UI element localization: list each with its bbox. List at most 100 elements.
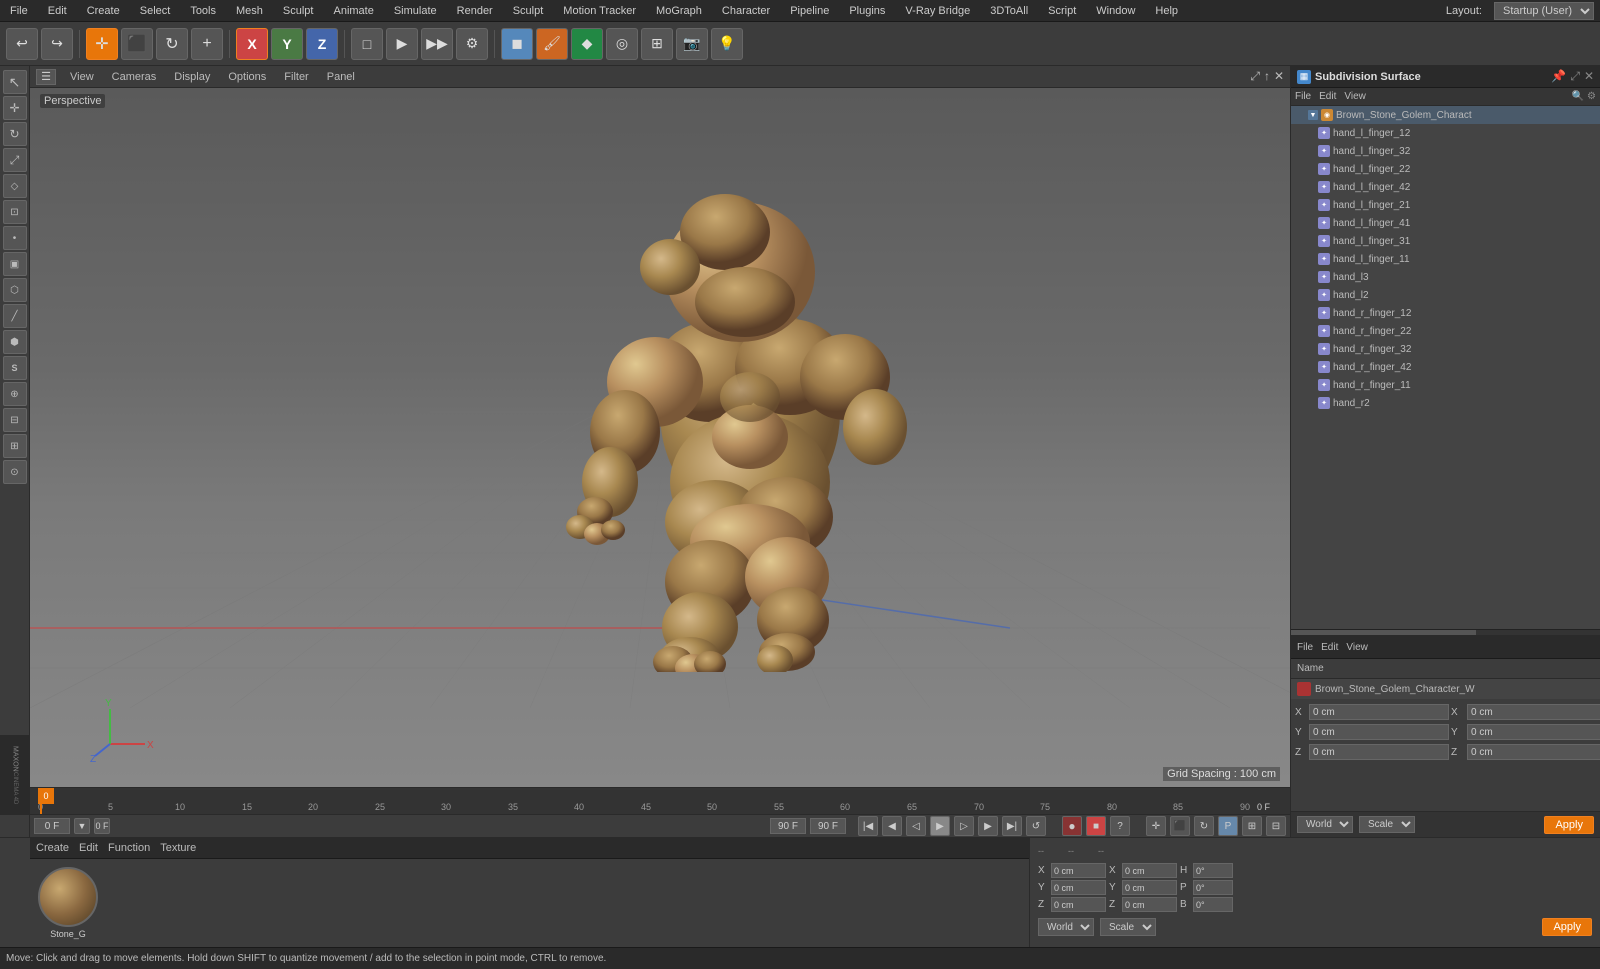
mini-z-input[interactable] (1051, 897, 1106, 912)
menu-character[interactable]: Character (718, 3, 774, 19)
list-item[interactable]: ✦ hand_l_finger_22 (1291, 160, 1600, 178)
viewport-menu-icon[interactable]: ☰ (36, 69, 56, 85)
go-start-button[interactable]: |◀ (858, 816, 878, 836)
x-axis-button[interactable]: X (236, 28, 268, 60)
z-pos-input2[interactable] (1467, 744, 1600, 760)
vp-menu-view[interactable]: View (66, 69, 98, 85)
current-frame-input[interactable] (34, 818, 70, 834)
timeline-playhead[interactable] (40, 788, 42, 814)
panel-pin-icon[interactable]: 📌 (1551, 69, 1566, 84)
menu-3dtoall[interactable]: 3DToAll (986, 3, 1032, 19)
play-button[interactable]: ▶ (930, 816, 950, 836)
scrollbar-thumb[interactable] (1291, 630, 1476, 635)
menu-create[interactable]: Create (83, 3, 124, 19)
list-item[interactable]: ✦ hand_l_finger_42 (1291, 178, 1600, 196)
list-item[interactable]: ✦ hand_l_finger_12 (1291, 124, 1600, 142)
prev-frame-button[interactable]: ◀ (882, 816, 902, 836)
menu-help[interactable]: Help (1151, 3, 1182, 19)
tool-s[interactable]: S (3, 356, 27, 380)
grid-button[interactable]: ⊞ (641, 28, 673, 60)
tool-round[interactable]: ⊙ (3, 460, 27, 484)
z-axis-button[interactable]: Z (306, 28, 338, 60)
layout-btn[interactable]: ⊟ (1266, 816, 1286, 836)
render-settings-button[interactable]: ⚙ (456, 28, 488, 60)
loop-button[interactable]: ↺ (1026, 816, 1046, 836)
tool-live[interactable]: ⬡ (3, 278, 27, 302)
move-tool-button[interactable]: ✛ (86, 28, 118, 60)
list-item[interactable]: ✦ hand_l_finger_11 (1291, 250, 1600, 268)
mat-menu-texture[interactable]: Texture (160, 842, 196, 854)
tool-edge[interactable]: ⊡ (3, 200, 27, 224)
mini-x-input[interactable] (1051, 863, 1106, 878)
y-pos-input2[interactable] (1467, 724, 1600, 740)
list-item[interactable]: ✦ hand_l_finger_31 (1291, 232, 1600, 250)
frame-step-button[interactable]: ▼ (74, 818, 90, 834)
list-item[interactable]: ✦ hand_l2 (1291, 286, 1600, 304)
record-button[interactable]: ● (1062, 816, 1082, 836)
mini-y2-input[interactable] (1122, 880, 1177, 895)
render-anim-button[interactable]: ▶▶ (421, 28, 453, 60)
vp-expand-icon[interactable]: ⤢ (1250, 69, 1260, 84)
right-settings-icon[interactable]: ⚙ (1587, 91, 1596, 102)
menu-vray[interactable]: V-Ray Bridge (901, 3, 974, 19)
list-item[interactable]: ✦ hand_r_finger_12 (1291, 304, 1600, 322)
menu-tools[interactable]: Tools (186, 3, 220, 19)
grid-btn[interactable]: ⊞ (1242, 816, 1262, 836)
vp-menu-options[interactable]: Options (224, 69, 270, 85)
z-pos-input[interactable] (1309, 744, 1449, 760)
list-item[interactable]: ✦ hand_r_finger_11 (1291, 376, 1600, 394)
help-button[interactable]: ? (1110, 816, 1130, 836)
scale-dropdown[interactable]: Scale (1359, 816, 1415, 833)
mini-x2-input[interactable] (1122, 863, 1177, 878)
end-frame-input[interactable] (770, 818, 806, 834)
tool-rotate[interactable]: ↻ (3, 122, 27, 146)
vp-menu-panel[interactable]: Panel (323, 69, 359, 85)
camera-button[interactable]: 📷 (676, 28, 708, 60)
list-item[interactable]: ✦ hand_l_finger_32 (1291, 142, 1600, 160)
menu-sculpt[interactable]: Sculpt (279, 3, 318, 19)
menu-pipeline[interactable]: Pipeline (786, 3, 833, 19)
mat-menu-function[interactable]: Function (108, 842, 150, 854)
apply-button[interactable]: Apply (1544, 816, 1594, 834)
select-button[interactable]: ◆ (571, 28, 603, 60)
menu-window[interactable]: Window (1092, 3, 1139, 19)
undo-button[interactable]: ↩ (6, 28, 38, 60)
render-prev-button[interactable]: ▶ (386, 28, 418, 60)
y-axis-button[interactable]: Y (271, 28, 303, 60)
menu-simulate[interactable]: Simulate (390, 3, 441, 19)
object-main-row[interactable]: Brown_Stone_Golem_Character_W (1291, 679, 1600, 699)
list-item[interactable]: ✦ hand_r_finger_42 (1291, 358, 1600, 376)
menu-select[interactable]: Select (136, 3, 175, 19)
list-item[interactable]: ✦ hand_l3 (1291, 268, 1600, 286)
tool-move[interactable]: ✛ (3, 96, 27, 120)
timeline-ruler[interactable]: 0 0 5 10 15 20 25 30 35 40 45 50 55 60 6… (30, 788, 1290, 815)
list-item[interactable]: ▼ ◉ Brown_Stone_Golem_Charact (1291, 106, 1600, 124)
3d-viewport[interactable]: Perspective (30, 88, 1290, 787)
frame-input-mini[interactable]: 0 F (94, 818, 110, 834)
list-item[interactable]: ✦ hand_r2 (1291, 394, 1600, 412)
mat-menu-edit[interactable]: Edit (79, 842, 98, 854)
horizontal-scrollbar[interactable] (1291, 629, 1600, 635)
menu-motion-tracker[interactable]: Motion Tracker (559, 3, 640, 19)
mini-apply-button[interactable]: Apply (1542, 918, 1592, 936)
tool-texture[interactable]: ⊞ (3, 434, 27, 458)
go-end-button[interactable]: ▶| (1002, 816, 1022, 836)
menu-sculpt2[interactable]: Sculpt (509, 3, 548, 19)
mat-menu-create[interactable]: Create (36, 842, 69, 854)
prev-key-button[interactable]: ◁ (906, 816, 926, 836)
end-frame-input2[interactable] (810, 818, 846, 834)
menu-mesh[interactable]: Mesh (232, 3, 267, 19)
material-thumbnail[interactable] (38, 867, 98, 927)
expand-icon[interactable]: ▼ (1308, 110, 1318, 120)
tool-scale[interactable]: ⤢ (3, 148, 27, 172)
p-btn[interactable]: P (1218, 816, 1238, 836)
right-menu-view[interactable]: View (1344, 91, 1366, 102)
mini-world-dropdown[interactable]: World (1038, 918, 1094, 936)
right-bottom-edit[interactable]: Edit (1321, 642, 1338, 653)
right-bottom-file[interactable]: File (1297, 642, 1313, 653)
vp-menu-display[interactable]: Display (170, 69, 214, 85)
menu-plugins[interactable]: Plugins (845, 3, 889, 19)
object-button[interactable]: □ (351, 28, 383, 60)
x-pos-input[interactable] (1309, 704, 1449, 720)
list-item[interactable]: ✦ hand_l_finger_41 (1291, 214, 1600, 232)
